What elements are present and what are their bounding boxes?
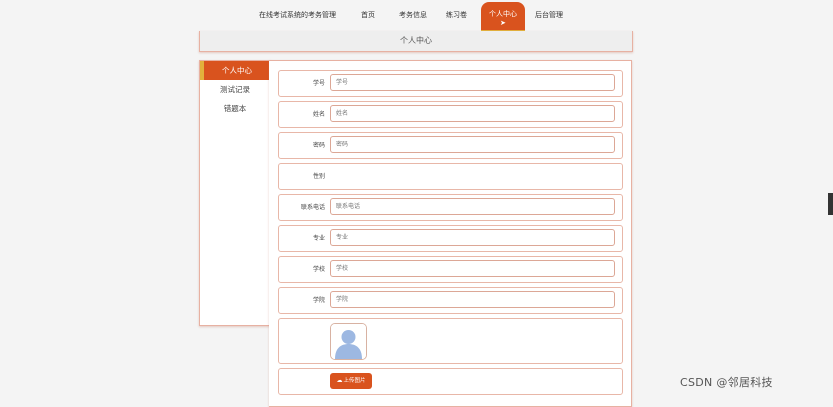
user-avatar-icon[interactable] xyxy=(330,323,367,360)
password-label: 密码 xyxy=(312,142,325,149)
school-input[interactable] xyxy=(330,260,615,277)
nav-practice[interactable]: 练习卷 xyxy=(446,10,467,20)
sidebar-item-test-records[interactable]: 测试记录 xyxy=(200,80,270,99)
form-row-upload: ☁上传图片 xyxy=(278,368,623,395)
top-nav: 在线考试系统的考务管理 首页 考务信息 练习卷 个人中心 ➤ 后台管理 xyxy=(0,0,833,34)
form-row-name: 姓名 xyxy=(278,101,623,128)
school-label: 学校 xyxy=(312,266,325,273)
side-scroll-tab[interactable] xyxy=(828,193,833,215)
form-row-major: 专业 xyxy=(278,225,623,252)
nav-home[interactable]: 首页 xyxy=(361,10,375,20)
cloud-upload-icon: ☁ xyxy=(336,377,343,384)
nav-personal-center-label: 个人中心 xyxy=(489,10,517,18)
major-label: 专业 xyxy=(312,235,325,242)
nav-exam-info[interactable]: 考务信息 xyxy=(399,10,427,20)
phone-label: 联系电话 xyxy=(300,204,325,211)
password-input[interactable] xyxy=(330,136,615,153)
college-input[interactable] xyxy=(330,291,615,308)
form-row-gender: 性别 xyxy=(278,163,623,190)
sidebar-item-personal-center[interactable]: 个人中心 xyxy=(200,61,270,80)
site-title: 在线考试系统的考务管理 xyxy=(259,11,336,19)
student-id-input[interactable] xyxy=(330,74,615,91)
form-row-school: 学校 xyxy=(278,256,623,283)
student-id-label: 学号 xyxy=(312,80,325,87)
watermark: CSDN @邻居科技 xyxy=(680,376,773,389)
name-input[interactable] xyxy=(330,105,615,122)
upload-image-label: 上传图片 xyxy=(343,378,366,384)
gender-label: 性别 xyxy=(312,173,325,180)
page-title: 个人中心 xyxy=(199,31,633,52)
form-row-student-id: 学号 xyxy=(278,70,623,97)
form-row-avatar xyxy=(278,318,623,364)
form-row-phone: 联系电话 xyxy=(278,194,623,221)
major-input[interactable] xyxy=(330,229,615,246)
form-row-password: 密码 xyxy=(278,132,623,159)
form-row-college: 学院 xyxy=(278,287,623,314)
mouse-cursor-icon: ➤ xyxy=(500,19,506,27)
profile-form: 学号 姓名 密码 性别 联系电话 专业 学校 学院 xyxy=(269,60,632,407)
name-label: 姓名 xyxy=(312,111,325,118)
phone-input[interactable] xyxy=(330,198,615,215)
upload-image-button[interactable]: ☁上传图片 xyxy=(330,373,372,389)
sidebar-item-wrong-questions[interactable]: 错题本 xyxy=(200,99,270,118)
college-label: 学院 xyxy=(312,297,325,304)
nav-admin[interactable]: 后台管理 xyxy=(535,10,563,20)
sidebar: 个人中心 测试记录 错题本 xyxy=(199,60,271,326)
